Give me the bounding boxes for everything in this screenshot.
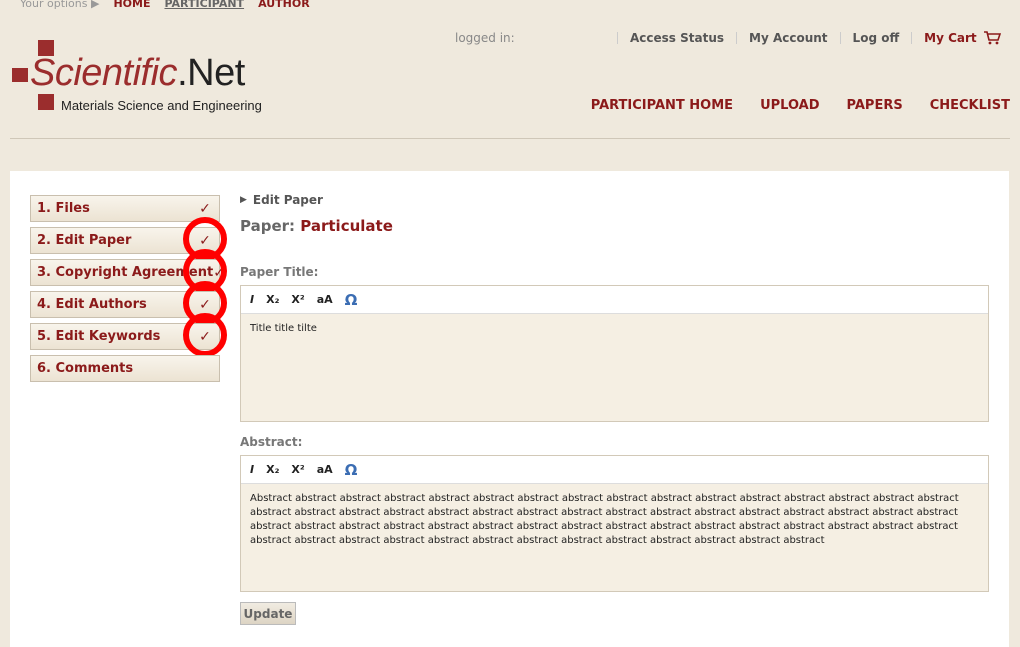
triangle-right-icon: ▶ [240, 195, 247, 205]
divider [736, 32, 738, 44]
breadcrumb: ▶ Edit Paper [240, 193, 989, 207]
step-label: 3. Copyright Agreement [37, 265, 214, 280]
edit-paper-content: ▶ Edit Paper Paper: Particulate Paper Ti… [240, 193, 989, 625]
abstract-editor[interactable]: I X₂ X² aA Ω Abstract abstract abstract … [240, 455, 989, 592]
my-cart-label: My Cart [924, 31, 977, 45]
checkmark-icon: ✓ [199, 232, 211, 249]
abstract-label: Abstract: [240, 435, 303, 449]
step-label: 4. Edit Authors [37, 297, 147, 312]
paper-heading: Paper: Particulate [240, 217, 989, 235]
logo-brand: Scientific.Net [30, 52, 245, 95]
nav-participant-home[interactable]: PARTICIPANT HOME [591, 98, 733, 113]
logo-brand-scientific: Scientific [30, 52, 178, 94]
main-panel: 1. Files ✓ 2. Edit Paper ✓ 3. Copyright … [10, 171, 1009, 647]
nav-checklist[interactable]: CHECKLIST [930, 98, 1010, 113]
paper-name: Particulate [300, 217, 393, 235]
step-comments[interactable]: 6. Comments [30, 355, 220, 382]
logged-in-label: logged in: [455, 31, 515, 45]
home-link[interactable]: HOME [113, 0, 150, 10]
step-edit-keywords[interactable]: 5. Edit Keywords ✓ [30, 313, 227, 357]
abstract-input[interactable]: Abstract abstract abstract abstract abst… [241, 484, 988, 556]
participant-link[interactable]: PARTICIPANT [164, 0, 244, 10]
step-label: 1. Files [37, 201, 90, 216]
checkmark-icon: ✓ [199, 200, 211, 217]
top-options-bar: Your options ▶ HOME PARTICIPANT AUTHOR [0, 0, 1020, 12]
logo-brand-net: .Net [177, 52, 245, 94]
header-divider [10, 138, 1010, 139]
editor-toolbar: I X₂ X² aA Ω [241, 286, 988, 314]
nav-papers[interactable]: PAPERS [847, 98, 903, 113]
superscript-icon[interactable]: X² [291, 293, 304, 306]
step-label: 5. Edit Keywords [37, 329, 161, 344]
superscript-icon[interactable]: X² [291, 463, 304, 476]
account-bar: logged in: Access Status My Account Log … [455, 30, 1010, 46]
site-logo[interactable]: Scientific.Net Materials Science and Eng… [10, 38, 310, 116]
step-edit-paper[interactable]: 2. Edit Paper ✓ [30, 217, 227, 261]
checkmark-icon: ✓ [199, 328, 211, 345]
step-label: 2. Edit Paper [37, 233, 132, 248]
special-char-icon[interactable]: Ω [345, 291, 358, 309]
update-button[interactable]: Update [240, 602, 296, 625]
case-icon[interactable]: aA [317, 463, 333, 476]
nav-upload[interactable]: UPLOAD [760, 98, 819, 113]
divider [839, 32, 841, 44]
my-cart-link[interactable]: My Cart [924, 31, 1001, 45]
special-char-icon[interactable]: Ω [345, 461, 358, 479]
paper-prefix: Paper: [240, 217, 296, 235]
access-status-link[interactable]: Access Status [630, 31, 724, 45]
step-files[interactable]: 1. Files ✓ [30, 195, 220, 222]
divider [617, 32, 618, 44]
logo-square-icon [38, 94, 54, 110]
step-list: 1. Files ✓ 2. Edit Paper ✓ 3. Copyright … [30, 195, 227, 387]
main-nav: PARTICIPANT HOME UPLOAD PAPERS CHECKLIST [591, 98, 1010, 113]
case-icon[interactable]: aA [317, 293, 333, 306]
step-copyright-agreement[interactable]: 3. Copyright Agreement ✓ [30, 249, 227, 293]
logo-square-icon [12, 68, 28, 82]
italic-icon[interactable]: I [250, 463, 254, 476]
title-input[interactable]: Title title tilte [241, 314, 988, 344]
step-label: 6. Comments [37, 361, 134, 376]
logo-tagline: Materials Science and Engineering [61, 98, 262, 113]
title-label: Paper Title: [240, 265, 319, 279]
your-options-label: Your options ▶ [20, 0, 100, 10]
italic-icon[interactable]: I [250, 293, 254, 306]
checkmark-icon: ✓ [213, 264, 225, 281]
log-off-link[interactable]: Log off [853, 31, 900, 45]
my-account-link[interactable]: My Account [749, 31, 828, 45]
breadcrumb-label: Edit Paper [252, 193, 323, 207]
step-edit-authors[interactable]: 4. Edit Authors ✓ [30, 281, 227, 325]
cart-icon [983, 31, 1001, 45]
author-link[interactable]: AUTHOR [258, 0, 310, 10]
divider [911, 32, 913, 44]
checkmark-icon: ✓ [199, 296, 211, 313]
title-editor[interactable]: I X₂ X² aA Ω Title title tilte [240, 285, 989, 422]
subscript-icon[interactable]: X₂ [266, 293, 279, 306]
editor-toolbar: I X₂ X² aA Ω [241, 456, 988, 484]
subscript-icon[interactable]: X₂ [266, 463, 279, 476]
